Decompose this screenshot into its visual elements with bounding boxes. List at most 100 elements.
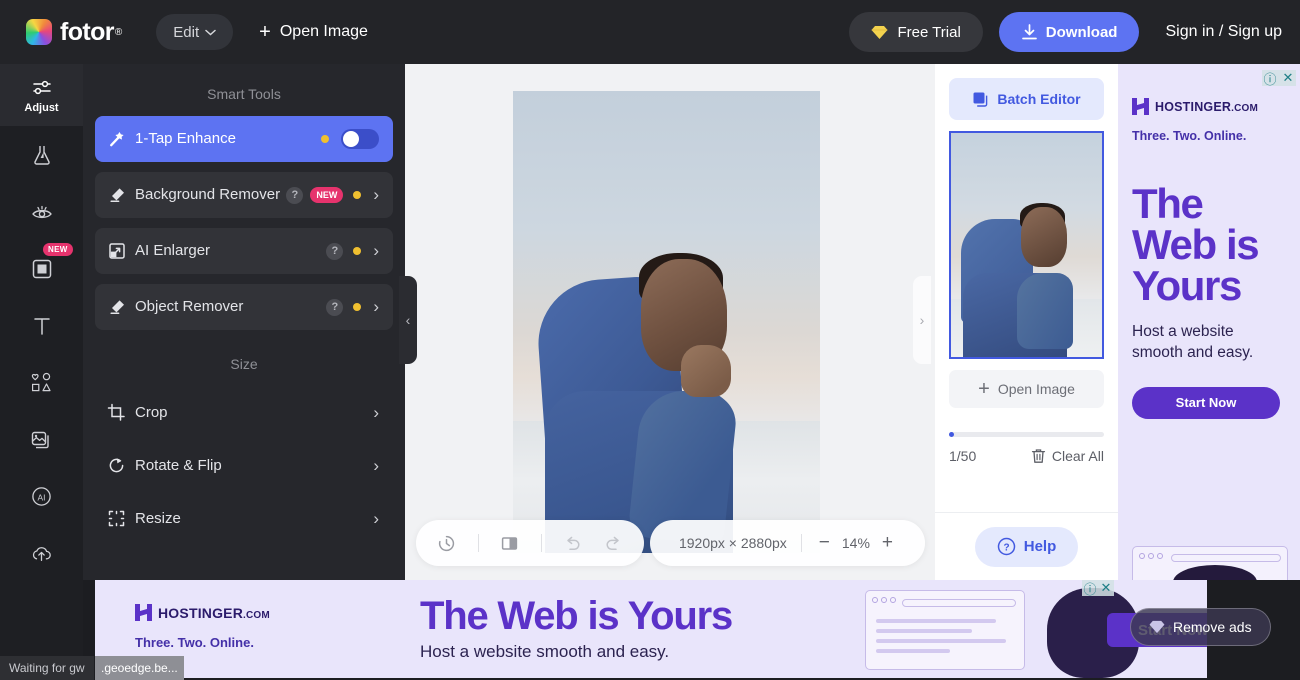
chevron-right-icon[interactable]: › xyxy=(373,509,379,529)
cloud-upload-icon xyxy=(32,547,51,562)
size-row-crop[interactable]: Crop › xyxy=(95,386,393,439)
size-row-resize[interactable]: Resize › xyxy=(95,492,393,545)
enhance-toggle[interactable] xyxy=(341,129,379,149)
sidebar-item-adjust[interactable]: Adjust xyxy=(0,64,83,126)
batch-open-image-button[interactable]: + Open Image xyxy=(949,370,1104,408)
eraser-icon xyxy=(107,185,135,205)
close-icon[interactable]: ✕ xyxy=(1280,70,1296,86)
undo-icon[interactable] xyxy=(563,534,582,553)
canvas-photo[interactable] xyxy=(513,91,820,553)
batch-scroll-thumb[interactable] xyxy=(949,432,954,437)
premium-dot xyxy=(353,303,362,311)
compare-icon[interactable] xyxy=(500,534,519,553)
edit-menu-button[interactable]: Edit xyxy=(156,14,234,50)
elements-icon xyxy=(31,372,51,392)
remove-ads-button[interactable]: Remove ads xyxy=(1130,608,1271,646)
tool-label: 1-Tap Enhance xyxy=(135,130,236,148)
signin-signup-link[interactable]: Sign in / Sign up xyxy=(1165,23,1282,41)
clear-all-label: Clear All xyxy=(1051,448,1104,464)
fotor-logo-icon xyxy=(26,19,52,45)
magic-wand-icon xyxy=(107,129,135,149)
help-icon[interactable]: ? xyxy=(286,186,304,204)
batch-thumbnail[interactable] xyxy=(949,131,1104,359)
bottom-advertisement[interactable]: ⓘ ✕ HOSTINGER.COM Three. Two. Online. Th… xyxy=(95,580,1207,678)
ad-headline-line2: Web is xyxy=(1132,221,1260,269)
ad-headline-line3: Yours xyxy=(1132,262,1242,310)
chevron-right-icon[interactable]: › xyxy=(373,185,379,205)
eye-beauty-icon xyxy=(31,205,52,218)
image-dimensions: 1920px × 2880px xyxy=(678,535,787,551)
sidebar-advertisement[interactable]: ⓘ ✕ HOSTINGER.COM Three. Two. Online. Th… xyxy=(1118,64,1300,580)
sidebar-item-upload[interactable] xyxy=(0,525,83,582)
diamond-icon xyxy=(1149,620,1165,634)
sidebar-item-elements[interactable] xyxy=(0,354,83,411)
app-header: fotor ® Edit + Open Image Free Trial Dow… xyxy=(0,0,1300,64)
collage-icon xyxy=(31,431,49,449)
toolbar-divider xyxy=(800,534,802,552)
tool-row-1-tap-enhance[interactable]: 1-Tap Enhance xyxy=(95,116,393,162)
open-image-button[interactable]: + Open Image xyxy=(259,14,368,50)
download-icon xyxy=(1021,23,1037,39)
sidebar-item-beauty[interactable] xyxy=(0,183,83,240)
edit-menu-label: Edit xyxy=(173,23,200,41)
free-trial-button[interactable]: Free Trial xyxy=(849,12,983,52)
flask-effects-icon xyxy=(33,145,50,165)
chevron-right-icon[interactable]: › xyxy=(373,403,379,423)
zoom-out-button[interactable]: − xyxy=(816,532,833,554)
ad-headline: The Web is Yours xyxy=(1132,182,1300,310)
download-button[interactable]: Download xyxy=(998,12,1140,52)
chevron-right-icon[interactable]: › xyxy=(373,456,379,476)
question-circle-icon: ? xyxy=(997,537,1015,556)
size-row-rotate-flip[interactable]: Rotate & Flip › xyxy=(95,439,393,492)
zoom-level: 14% xyxy=(841,535,870,551)
info-icon[interactable]: ⓘ xyxy=(1082,580,1098,597)
tool-row-object-remover[interactable]: Object Remover ? › xyxy=(95,284,393,330)
logo-registered-mark: ® xyxy=(114,26,123,38)
sidebar-item-collage[interactable] xyxy=(0,411,83,468)
size-heading: Size xyxy=(230,356,258,372)
toolbar-divider xyxy=(477,534,479,552)
size-label: Rotate & Flip xyxy=(135,456,222,474)
collapse-left-panel-handle[interactable]: ‹ xyxy=(399,276,417,364)
close-icon[interactable]: ✕ xyxy=(1098,580,1114,596)
clear-all-button[interactable]: Clear All xyxy=(1031,448,1104,464)
header-right-group: Free Trial Download Sign in / Sign up xyxy=(849,12,1282,52)
batch-editor-button[interactable]: Batch Editor xyxy=(949,78,1104,120)
zoom-in-button[interactable]: + xyxy=(879,532,896,554)
bottom-ad-tagline: Three. Two. Online. xyxy=(135,635,254,650)
batch-scroll-track[interactable] xyxy=(949,432,1104,437)
sidebar-item-effects[interactable] xyxy=(0,126,83,183)
batch-count-row: 1/50 Clear All xyxy=(949,448,1104,464)
help-label: Help xyxy=(1023,538,1057,555)
text-icon xyxy=(33,317,50,335)
batch-editor-label: Batch Editor xyxy=(997,91,1081,107)
sidebar-item-frame[interactable]: NEW xyxy=(0,240,83,297)
info-icon[interactable]: ⓘ xyxy=(1262,70,1278,87)
help-button[interactable]: ? Help xyxy=(974,526,1079,567)
ad-start-now-button[interactable]: Start Now xyxy=(1132,386,1280,419)
chevron-right-icon[interactable]: › xyxy=(373,297,379,317)
bottom-ad-browser-mockup xyxy=(865,590,1025,670)
frame-icon xyxy=(32,259,51,278)
chevron-right-icon[interactable]: › xyxy=(373,241,379,261)
tool-row-background-remover[interactable]: Background Remover ? NEW › xyxy=(95,172,393,218)
redo-icon[interactable] xyxy=(604,534,623,553)
help-icon[interactable]: ? xyxy=(326,242,344,260)
plus-icon: + xyxy=(978,378,990,400)
collapse-right-panel-handle[interactable]: › xyxy=(913,276,931,364)
fotor-logo[interactable]: fotor ® xyxy=(26,18,122,47)
eraser-icon xyxy=(107,297,135,317)
size-label: Crop xyxy=(135,403,168,421)
history-icon[interactable] xyxy=(437,534,456,553)
help-icon[interactable]: ? xyxy=(326,298,344,316)
sliders-icon xyxy=(32,80,51,94)
editor-canvas[interactable]: 1920px × 2880px − 14% + xyxy=(405,64,935,580)
browser-address-bar xyxy=(1171,554,1281,562)
sidebar-item-text[interactable] xyxy=(0,297,83,354)
bottom-ad-brand-row: HOSTINGER.COM xyxy=(135,604,270,621)
svg-text:?: ? xyxy=(1003,542,1009,553)
tool-row-ai-enlarger[interactable]: AI Enlarger ? › xyxy=(95,228,393,274)
batch-panel: Batch Editor + Open Image 1/50 Clear All… xyxy=(935,64,1118,580)
bottom-ad-controls: ⓘ ✕ xyxy=(1082,580,1114,597)
sidebar-item-ai[interactable]: AI xyxy=(0,468,83,525)
